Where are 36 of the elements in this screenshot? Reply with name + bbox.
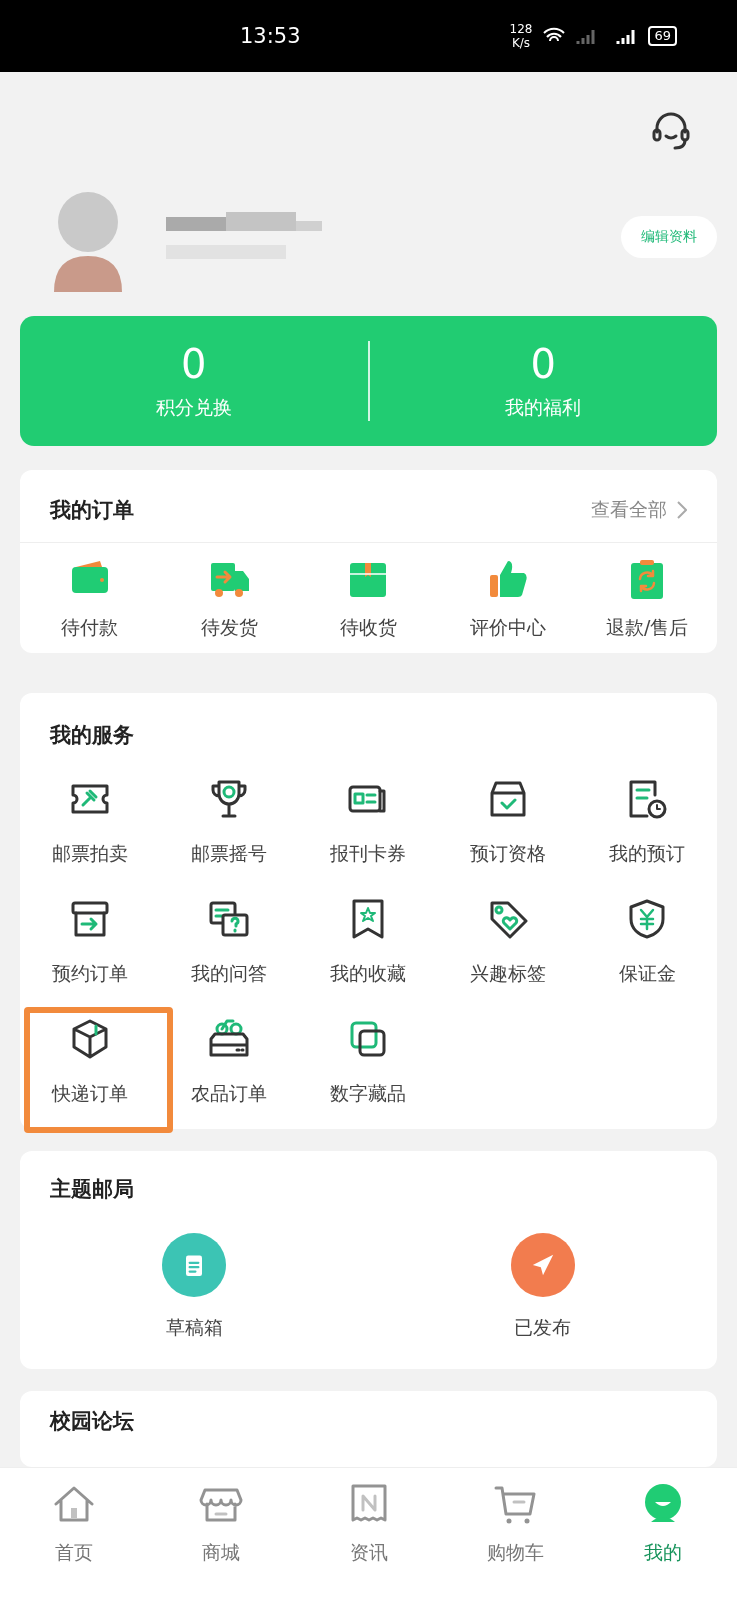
view-all-link[interactable]: 查看全部: [591, 497, 687, 523]
stat-value: 0: [530, 341, 556, 387]
card-title: 主题邮局: [50, 1176, 135, 1203]
service-item[interactable]: 我的收藏: [330, 961, 407, 987]
theme-item-label: 草稿箱: [165, 1315, 223, 1340]
chevron-icon: [677, 501, 687, 519]
service-item[interactable]: 保证金: [618, 961, 676, 987]
battery-level: 69: [648, 26, 677, 46]
service-item[interactable]: 数字藏品: [330, 1081, 407, 1107]
service-item[interactable]: 邮票摇号: [191, 841, 268, 867]
order-item[interactable]: 退款/售后: [606, 615, 689, 641]
card-title: 校园论坛: [50, 1408, 135, 1435]
service-item[interactable]: 我的问答: [191, 961, 268, 987]
network-speed: 128 K/s: [509, 22, 533, 50]
nav-tab[interactable]: 资讯: [294, 1468, 443, 1600]
nav-tab[interactable]: 首页: [0, 1468, 148, 1600]
service-item[interactable]: 快递订单: [51, 1081, 128, 1107]
service-item[interactable]: 我的预订: [609, 841, 686, 867]
card-title: 我的订单: [50, 497, 135, 524]
service-item[interactable]: 兴趣标签: [469, 961, 546, 987]
service-item[interactable]: 报刊卡券: [330, 841, 407, 867]
order-item[interactable]: 待收货: [340, 615, 397, 641]
nav-tab[interactable]: 购物车: [442, 1468, 590, 1600]
service-item[interactable]: 农品订单: [191, 1081, 268, 1107]
service-item[interactable]: 邮票拍卖: [51, 841, 128, 867]
order-item[interactable]: 待付款: [61, 615, 119, 641]
service-item[interactable]: 预订资格: [469, 841, 546, 867]
clock: 13:53: [240, 24, 302, 48]
stat-value: 0: [181, 341, 207, 387]
nav-tab[interactable]: 我的: [589, 1468, 737, 1600]
theme-item-label: 已发布: [514, 1315, 572, 1340]
card-title: 我的服务: [50, 722, 135, 749]
nav-tab[interactable]: 商城: [147, 1468, 295, 1600]
service-item[interactable]: 预约订单: [51, 961, 128, 987]
order-item[interactable]: 评价中心: [469, 615, 546, 641]
order-item[interactable]: 待发货: [200, 615, 258, 641]
